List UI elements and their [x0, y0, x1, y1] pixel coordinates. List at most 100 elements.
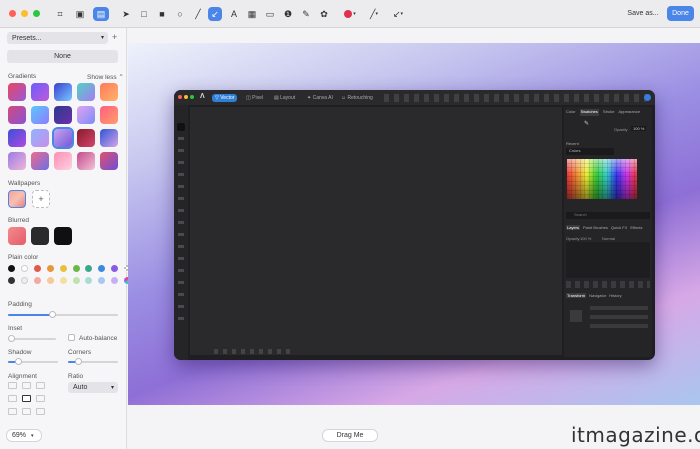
- shadow-slider-knob[interactable]: [14, 358, 22, 365]
- line-icon[interactable]: ╱: [191, 7, 205, 21]
- panel-tab: Paint Brushes: [583, 225, 608, 230]
- circle-icon[interactable]: ○: [173, 7, 187, 21]
- alignment-cell[interactable]: [22, 382, 31, 389]
- alignment-cell[interactable]: [36, 395, 45, 402]
- wallpaper-swatch[interactable]: [8, 190, 26, 208]
- gradient-swatch[interactable]: [31, 129, 49, 147]
- minimize-window-button[interactable]: [21, 10, 28, 17]
- save-as-button[interactable]: Save as...: [622, 6, 664, 21]
- alignment-cell[interactable]: [36, 382, 45, 389]
- filled-rectangle-icon[interactable]: ■: [155, 7, 169, 21]
- gradient-swatch[interactable]: [8, 83, 26, 101]
- gradient-swatch[interactable]: [77, 83, 95, 101]
- color-swatch[interactable]: [72, 277, 80, 284]
- show-less-button[interactable]: Show less ⌃: [87, 73, 124, 81]
- color-swatch[interactable]: [98, 277, 106, 284]
- gradient-swatch[interactable]: [100, 106, 118, 124]
- shadow-slider[interactable]: [8, 358, 58, 365]
- color-swatch[interactable]: [46, 265, 54, 272]
- blurred-swatch-1[interactable]: [8, 227, 26, 245]
- screenshot-icon[interactable]: ▣: [73, 7, 87, 21]
- color-swatch[interactable]: [111, 277, 119, 284]
- color-swatch[interactable]: [33, 277, 41, 284]
- padding-slider-knob[interactable]: [48, 311, 56, 318]
- color-swatch[interactable]: [59, 265, 67, 272]
- text-icon[interactable]: A: [227, 7, 241, 21]
- done-button[interactable]: Done: [667, 6, 694, 21]
- chevron-down-icon: ▾: [31, 432, 34, 439]
- rectangle-icon[interactable]: □: [137, 7, 151, 21]
- background-icon[interactable]: ▤: [93, 7, 109, 21]
- none-button[interactable]: None: [7, 50, 118, 63]
- gradient-swatch[interactable]: [31, 106, 49, 124]
- gradient-swatch[interactable]: [8, 152, 26, 170]
- padding-slider[interactable]: [8, 311, 118, 318]
- stamp-icon[interactable]: ✿: [317, 7, 331, 21]
- blurred-swatch-3[interactable]: [54, 227, 72, 245]
- color-swatch[interactable]: [33, 265, 41, 272]
- presets-dropdown[interactable]: Presets... ▾: [7, 32, 108, 44]
- pen-icon[interactable]: ✎: [299, 7, 313, 21]
- inset-slider-knob[interactable]: [8, 335, 15, 342]
- canvas-preview[interactable]: Λ ▽ Vector ◫ Pixel ▤ Layout ✦ Canva AI ☺…: [128, 43, 700, 405]
- gradient-swatch[interactable]: [54, 152, 72, 170]
- none-label: None: [54, 53, 71, 60]
- gradient-swatch[interactable]: [54, 83, 72, 101]
- color-swatch[interactable]: [98, 265, 106, 272]
- layers-list: [566, 242, 650, 278]
- gradient-swatch[interactable]: [52, 127, 74, 149]
- app-tool-icons: [178, 137, 184, 327]
- alignment-cell[interactable]: [8, 382, 17, 389]
- corners-slider-knob[interactable]: [74, 358, 82, 365]
- tab-vector-label: Vector: [220, 95, 235, 101]
- gradient-swatch[interactable]: [31, 152, 49, 170]
- gradient-swatch[interactable]: [77, 129, 95, 147]
- panel-tab: Stroke: [602, 109, 615, 114]
- close-window-button[interactable]: [9, 10, 16, 17]
- arrow-icon[interactable]: ↙: [208, 7, 222, 21]
- gradient-swatch[interactable]: [8, 129, 26, 147]
- gradient-swatch[interactable]: [77, 106, 95, 124]
- style-icon[interactable]: ↙ ▾: [388, 7, 408, 21]
- gradient-swatch[interactable]: [100, 83, 118, 101]
- zoom-window-button[interactable]: [33, 10, 40, 17]
- color-swatch[interactable]: [111, 265, 119, 272]
- auto-balance-checkbox[interactable]: [68, 334, 75, 341]
- color-swatch[interactable]: [8, 277, 15, 284]
- color-swatch[interactable]: [85, 277, 93, 284]
- gradient-swatch[interactable]: [31, 83, 49, 101]
- alignment-cell[interactable]: [22, 395, 31, 402]
- alignment-cell[interactable]: [8, 395, 17, 402]
- alignment-cell[interactable]: [36, 408, 45, 415]
- color-swatch[interactable]: [8, 265, 15, 272]
- color-swatch[interactable]: [46, 277, 54, 284]
- stroke-icon[interactable]: ╱ ▾: [364, 7, 384, 21]
- color-swatch[interactable]: [72, 265, 80, 272]
- inset-slider[interactable]: [8, 335, 56, 342]
- ratio-dropdown[interactable]: Auto ▾: [68, 382, 118, 393]
- counter-icon[interactable]: ❶: [281, 7, 295, 21]
- gradient-swatch[interactable]: [54, 106, 72, 124]
- gradient-swatch[interactable]: [8, 106, 26, 124]
- panel-tab: Color: [566, 109, 576, 114]
- color-icon[interactable]: ▾: [340, 7, 360, 21]
- add-wallpaper-icon[interactable]: +: [32, 190, 50, 208]
- color-swatch[interactable]: [85, 265, 93, 272]
- blurred-swatch-2[interactable]: [31, 227, 49, 245]
- drag-me-button[interactable]: Drag Me: [322, 429, 378, 442]
- gradient-swatch[interactable]: [100, 129, 118, 147]
- color-swatch[interactable]: [20, 265, 28, 272]
- alignment-cell[interactable]: [8, 408, 17, 415]
- pointer-icon[interactable]: ➤: [119, 7, 133, 21]
- color-swatch[interactable]: [20, 277, 28, 284]
- crop-icon[interactable]: ⌗: [53, 7, 67, 21]
- add-preset-icon[interactable]: +: [112, 32, 117, 42]
- gradient-swatch[interactable]: [77, 152, 95, 170]
- corners-slider[interactable]: [68, 358, 118, 365]
- alignment-cell[interactable]: [22, 408, 31, 415]
- gradient-swatch[interactable]: [100, 152, 118, 170]
- pixelate-icon[interactable]: ▦: [245, 7, 259, 21]
- zoom-dropdown[interactable]: 69% ▾: [6, 429, 42, 442]
- color-swatch[interactable]: [59, 277, 67, 284]
- highlight-icon[interactable]: ▭: [263, 7, 277, 21]
